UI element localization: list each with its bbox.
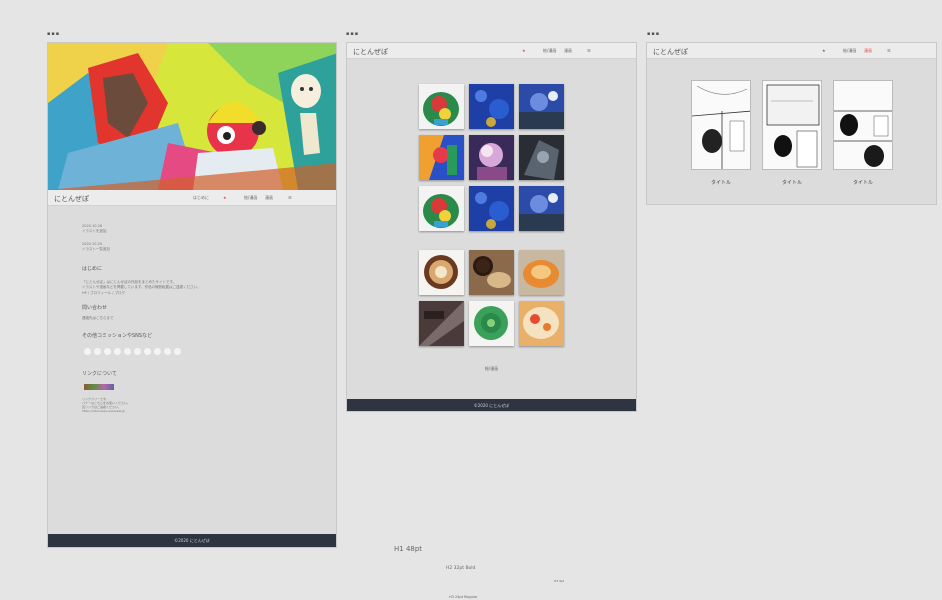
site-title[interactable]: にとんぜぽ (353, 47, 388, 57)
sns-heading: その他コミッションやSNSなど (82, 333, 153, 339)
link-heading: リンクについて (82, 371, 117, 377)
gallery-thumb[interactable] (519, 84, 564, 129)
artboard-manga: にとんぜぽ ★ 絵/漫画 漫画 ☰ タイトル タイトル タイトル (646, 42, 937, 205)
about-heading: はじめに (82, 266, 103, 272)
gallery-thumb[interactable] (419, 84, 464, 129)
menu-icon[interactable]: ☰ (887, 48, 891, 53)
sns-icon[interactable] (114, 348, 121, 355)
manga-title[interactable]: タイトル (762, 179, 822, 186)
gallery-thumb[interactable] (469, 135, 514, 180)
manga-cover[interactable] (691, 80, 751, 170)
nav-item-manga[interactable]: 漫画 (564, 48, 572, 54)
manga-cover[interactable] (762, 80, 822, 170)
site-header: にとんぜぽ ★ 絵/漫画 漫画 ☰ (647, 43, 936, 59)
photo-thumb[interactable] (519, 250, 564, 295)
photo-thumb[interactable] (519, 301, 564, 346)
manga-cover[interactable] (833, 80, 893, 170)
type-spec-small: H3 9pt (554, 579, 565, 583)
sns-icon[interactable] (134, 348, 141, 355)
gallery-thumb[interactable] (469, 186, 514, 231)
gallery-thumb[interactable] (469, 84, 514, 129)
site-footer: ©2020 にとんぜぽ (48, 534, 336, 547)
sns-icon[interactable] (84, 348, 91, 355)
frame-label-gallery: ▪▪▪ (346, 31, 360, 37)
nav-item-intro[interactable]: はじめに (193, 195, 209, 201)
photo-thumb[interactable] (419, 301, 464, 346)
news-text[interactable]: イラスト一覧追加 (82, 247, 110, 252)
gallery-thumb[interactable] (419, 135, 464, 180)
nav-item-star[interactable]: ★ (223, 195, 227, 200)
sns-icon[interactable] (154, 348, 161, 355)
gallery-thumb[interactable] (519, 186, 564, 231)
about-links[interactable]: HP / プロフィール / ブログ (82, 291, 125, 296)
menu-icon[interactable]: ☰ (288, 195, 292, 200)
sns-icon[interactable] (174, 348, 181, 355)
photo-thumb[interactable] (469, 301, 514, 346)
nav-item-manga[interactable]: 漫画 (864, 48, 872, 54)
sns-icon[interactable] (104, 348, 111, 355)
site-title[interactable]: にとんぜぽ (54, 194, 89, 204)
sns-icon[interactable] (94, 348, 101, 355)
gallery-thumb[interactable] (419, 186, 464, 231)
nav-item-illust[interactable]: 絵/漫画 (543, 48, 556, 54)
site-header: にとんぜぽ はじめに ★ 絵/漫画 漫画 ☰ (48, 190, 336, 206)
frame-label-manga: ▪▪▪ (647, 31, 661, 37)
sns-icon[interactable] (144, 348, 151, 355)
nav-item-star[interactable]: ★ (822, 48, 826, 53)
nav-item-star[interactable]: ★ (522, 48, 526, 53)
nav-item-manga[interactable]: 漫画 (265, 195, 273, 201)
type-spec-body: H3 24pt Regular (449, 595, 478, 599)
contact-text[interactable]: 連絡先はこちらまで (82, 316, 114, 321)
sns-icon[interactable] (164, 348, 171, 355)
artboard-home: にとんぜぽ はじめに ★ 絵/漫画 漫画 ☰ 2020.10.26 イラストを追… (47, 42, 337, 548)
type-spec-h2: H2 32pt Bold (446, 566, 476, 571)
manga-title[interactable]: タイトル (833, 179, 893, 186)
menu-icon[interactable]: ☰ (587, 48, 591, 53)
site-header: にとんぜぽ ★ 絵/漫画 漫画 ☰ (347, 43, 636, 59)
site-title[interactable]: にとんぜぽ (653, 47, 688, 57)
manga-title[interactable]: タイトル (691, 179, 751, 186)
gallery-thumb[interactable] (519, 135, 564, 180)
more-link[interactable]: 絵/漫画 (347, 366, 636, 372)
nav-item-illust[interactable]: 絵/漫画 (244, 195, 257, 201)
about-text: イラストや漫画などを掲載しています。作品の無断転載はご遠慮ください。 (82, 285, 201, 289)
nav-item-illust[interactable]: 絵/漫画 (843, 48, 856, 54)
hero-illustration (48, 43, 336, 190)
artboard-gallery: にとんぜぽ ★ 絵/漫画 漫画 ☰ 絵/漫画 ©2020 にとんぜぽ (346, 42, 637, 412)
type-spec-h1: H1 48pt (394, 545, 423, 553)
photo-thumb[interactable] (469, 250, 514, 295)
photo-thumb[interactable] (419, 250, 464, 295)
link-url[interactable]: https://nitonzepo.example.jp (82, 409, 125, 413)
frame-label-home: ▪▪▪ (47, 31, 61, 37)
site-footer: ©2020 にとんぜぽ (347, 399, 636, 411)
contact-heading: 問い合わせ (82, 305, 108, 311)
sns-icon[interactable] (124, 348, 131, 355)
news-text[interactable]: イラストを追加 (82, 229, 106, 234)
site-banner[interactable] (84, 384, 114, 390)
